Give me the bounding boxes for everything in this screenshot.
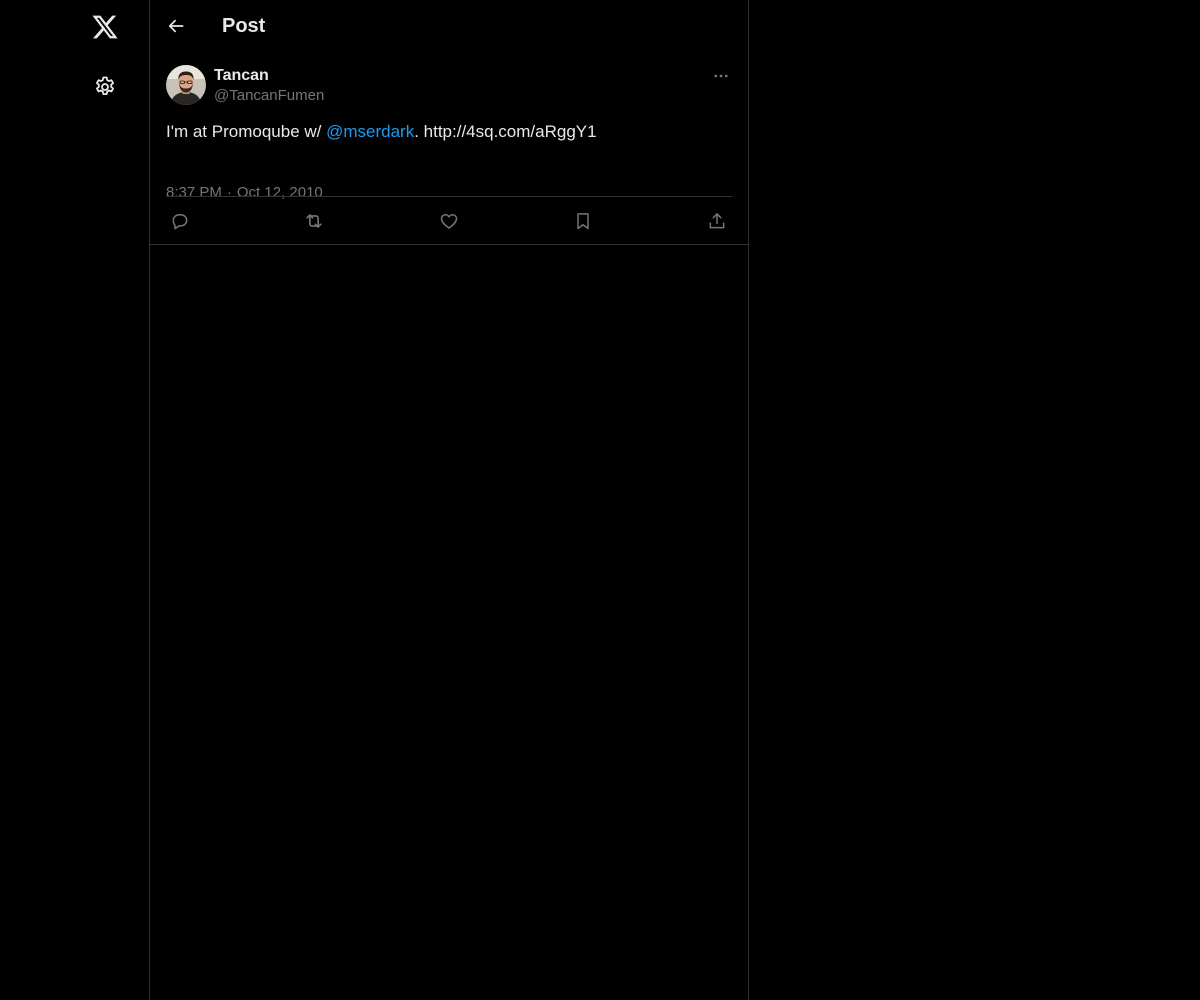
- arrow-left-icon: [168, 19, 184, 33]
- avatar[interactable]: [166, 65, 206, 105]
- repost-button[interactable]: [299, 206, 329, 236]
- gear-icon: [96, 76, 114, 95]
- settings-button[interactable]: [82, 64, 128, 110]
- reply-icon: [172, 213, 188, 229]
- bookmark-icon: [577, 212, 589, 229]
- post-text: I'm at Promoqube w/ @mserdark. http://4s…: [166, 120, 597, 144]
- app-root: Post Tancan @TancanFumen I'm at Promoqub…: [0, 0, 1200, 1000]
- repost-icon: [306, 213, 322, 228]
- main-column: Post Tancan @TancanFumen I'm at Promoqub…: [149, 0, 749, 1000]
- author-name[interactable]: Tancan: [214, 66, 269, 86]
- x-logo-button[interactable]: [82, 4, 128, 50]
- post-actions-bar: [166, 197, 732, 244]
- author-handle[interactable]: @TancanFumen: [214, 86, 324, 106]
- post-text-lead: I'm at Promoqube w/: [166, 122, 327, 141]
- more-options-button[interactable]: [708, 63, 734, 89]
- share-icon: [709, 212, 725, 228]
- share-button[interactable]: [702, 206, 732, 236]
- post-text-tail: . http://4sq.com/aRggY1: [414, 122, 597, 141]
- mention-link[interactable]: @mserdark: [326, 122, 414, 141]
- left-navigation: [0, 0, 149, 1000]
- x-logo-icon: [92, 15, 118, 39]
- post-detail: Tancan @TancanFumen I'm at Promoqube w/ …: [150, 53, 748, 245]
- more-horizontal-icon: [714, 74, 728, 78]
- avatar-photo-icon: [166, 65, 206, 105]
- bookmark-button[interactable]: [568, 206, 598, 236]
- like-icon: [440, 213, 457, 229]
- like-button[interactable]: [434, 206, 464, 236]
- back-button[interactable]: [159, 9, 193, 43]
- reply-button[interactable]: [165, 206, 195, 236]
- page-header: Post: [150, 0, 748, 53]
- page-title: Post: [222, 15, 266, 37]
